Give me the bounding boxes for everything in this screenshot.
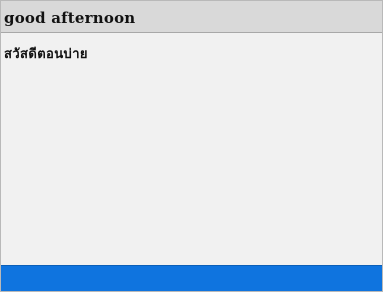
header-bar: good afternoon xyxy=(1,1,382,33)
window-frame: good afternoon สวัสดีตอนบ่าย xyxy=(0,0,383,292)
header-title: good afternoon xyxy=(4,9,136,27)
bottom-status-bar xyxy=(1,265,382,291)
content-area: สวัสดีตอนบ่าย xyxy=(1,33,382,265)
thai-text-line: สวัสดีตอนบ่าย xyxy=(4,47,88,62)
